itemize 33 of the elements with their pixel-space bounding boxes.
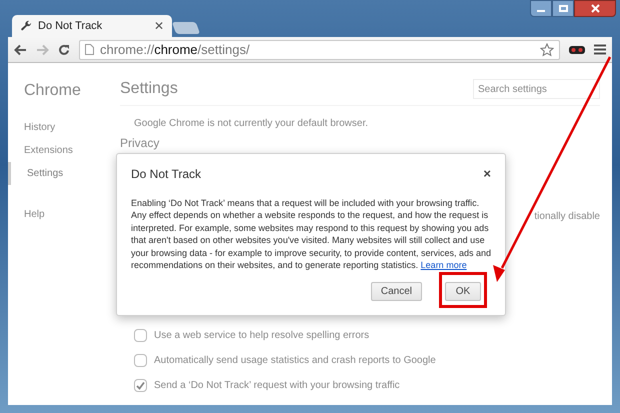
default-browser-note: Google Chrome is not currently your default browser.: [134, 118, 368, 129]
dialog-title: Do Not Track: [131, 166, 202, 183]
close-button[interactable]: [574, 0, 616, 17]
checkbox-label: Use a web service to help resolve spelling errors: [154, 329, 370, 343]
search-field[interactable]: Search settings: [473, 79, 600, 99]
dialog-close-button[interactable]: ×: [483, 164, 491, 184]
star-icon[interactable]: [540, 42, 554, 56]
maximize-button[interactable]: [552, 0, 574, 17]
checkbox-label: Send a ‘Do Not Track’ request with your browsing traffic: [154, 379, 400, 393]
learn-more-link[interactable]: Learn more: [420, 260, 467, 270]
dialog-button[interactable]: OK: [445, 282, 481, 300]
wrench-icon: [20, 20, 32, 32]
checkbox[interactable]: [134, 329, 147, 342]
minimize-button[interactable]: [530, 0, 552, 17]
address-bar[interactable]: chrome://chrome/settings/: [79, 40, 560, 60]
close-icon: [590, 4, 600, 13]
dialog-button[interactable]: Cancel: [370, 282, 422, 300]
page-title: Settings: [120, 79, 178, 99]
tab-close-button[interactable]: ✕: [154, 17, 164, 35]
dialog-message: Enabling ‘Do Not Track’ means that a request will be included with your browsing traffic. Any effect depends on whether a website responds to the request, and how the request is interpreted. For example, some websites may respond to this request by showing you ads that aren't based on other websites you've visited. Many websites will still collect and use your browsing data - for example to improve security, to provide content, services, ads and recommendations on their websites, and to generate reporting statistics. Learn more: [131, 196, 491, 272]
menu-icon[interactable]: [594, 44, 606, 55]
incognito-mask-icon[interactable]: [569, 44, 585, 54]
new-tab-button[interactable]: [172, 22, 200, 34]
browser-tab[interactable]: Do Not Track ✕: [12, 15, 172, 37]
page-icon: [85, 44, 94, 55]
section-heading: Privacy: [120, 136, 160, 150]
checkbox[interactable]: [134, 379, 147, 392]
checkbox[interactable]: [134, 354, 147, 367]
checkbox-label: Automatically send usage statistics and crash reports to Google: [154, 354, 436, 368]
setting-text: tionally disable: [534, 210, 600, 224]
reload-icon[interactable]: [58, 44, 70, 56]
sidebar-title: Chrome: [23, 81, 82, 101]
back-arrow-icon[interactable]: [14, 44, 27, 56]
